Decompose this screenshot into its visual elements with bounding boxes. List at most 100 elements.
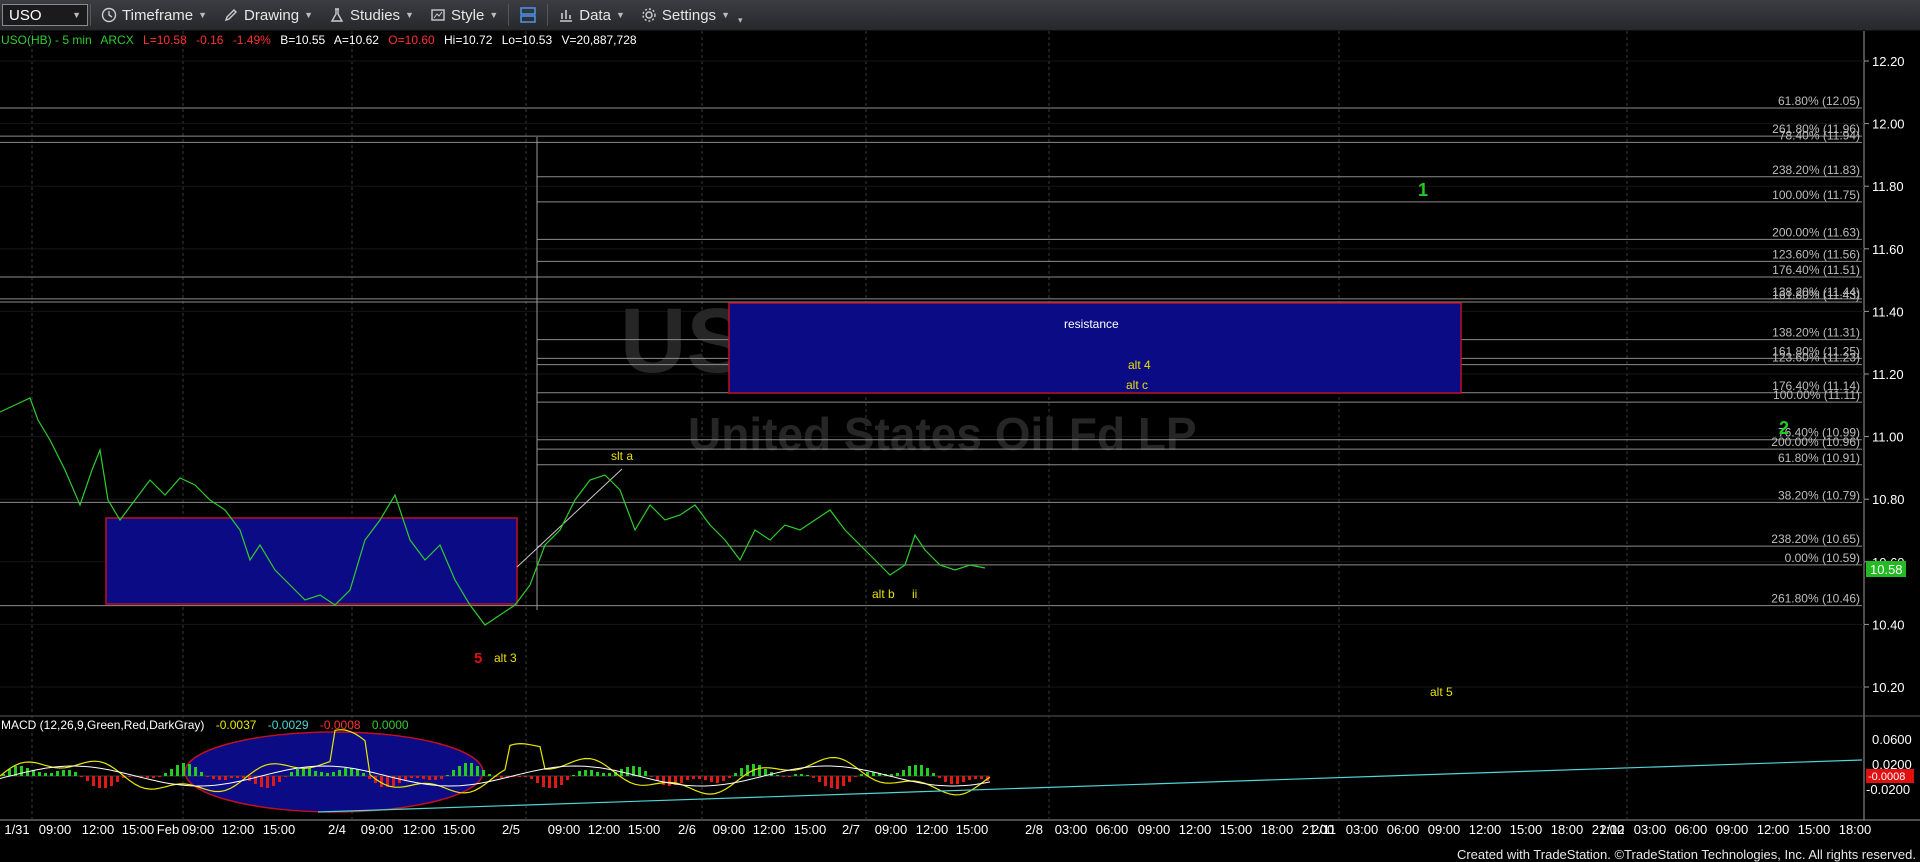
support-zone[interactable] [105, 517, 518, 605]
macd-histogram-bar [932, 773, 935, 776]
macd-histogram-bar [584, 770, 587, 776]
macd-histogram-bar [962, 776, 965, 782]
macd-histogram-bar [56, 771, 59, 776]
high-price: Hi=10.72 [444, 33, 493, 47]
price-tick-label: 12.20 [1872, 54, 1905, 69]
macd-histogram-bar [524, 776, 527, 777]
macd-histogram-bar [182, 763, 185, 776]
macd-histogram-bar [440, 776, 443, 779]
macd-histogram-bar [800, 774, 803, 776]
macd-histogram-bar [926, 768, 929, 776]
macd-histogram-bar [794, 774, 797, 776]
macd-histogram-bar [260, 776, 263, 787]
price-tick-label: 11.80 [1872, 179, 1904, 194]
macd-histogram-bar [608, 773, 611, 776]
macd-histogram-bar [224, 776, 227, 780]
price-tick-label: 10.20 [1872, 680, 1905, 695]
time-tick-label: 12:00 [222, 822, 255, 837]
macd-line [0, 729, 991, 796]
macd-histogram-bar [566, 776, 569, 780]
macd-histogram-bar [560, 776, 563, 785]
time-tick-label: 03:00 [1346, 822, 1379, 837]
macd-histogram-bar [896, 773, 899, 776]
time-tick-label: 15:00 [1220, 822, 1253, 837]
macd-histogram-bar [458, 766, 461, 776]
macd-histogram-bar [146, 776, 149, 778]
macd-histogram-bar [944, 776, 947, 782]
toolbar-divider [508, 4, 510, 26]
macd-histogram-bar [200, 772, 203, 776]
macd-tick-1: 0.0600 [1872, 732, 1912, 747]
macd-histogram-bar [740, 768, 743, 776]
chevron-down-icon: ▼ [405, 10, 414, 20]
time-axis: 1/31 09:00 12:00 15:00 Feb 09:00 12:00 15:00 2/4… [4, 822, 1871, 837]
macd-histogram-bar [68, 770, 71, 776]
studies-menu[interactable]: Studies ▼ [321, 0, 422, 30]
macd-histogram-bar [230, 776, 233, 778]
drawing-menu[interactable]: Drawing ▼ [215, 0, 321, 30]
macd-histogram-bar [734, 773, 737, 776]
macd-histogram-bar [836, 776, 839, 789]
macd-histogram-bar [86, 776, 89, 781]
macd-histogram-bar [152, 776, 155, 778]
price-chart[interactable]: USO United States Oil Fd LP 61.80% (12.0… [0, 31, 1920, 862]
macd-histogram-bar [668, 776, 671, 786]
macd-histogram-bar [332, 772, 335, 776]
fib-level-label: 176.40% (11.51) [1772, 263, 1860, 277]
toolbar-divider [90, 4, 91, 26]
annotation-alt-5: alt 5 [1430, 685, 1453, 699]
macd-histogram-bar [74, 772, 77, 776]
macd-histogram-bar [650, 776, 653, 777]
macd-histogram-bar [860, 774, 863, 776]
macd-histogram-bar [434, 776, 437, 780]
macd-histogram-bar [410, 776, 413, 778]
time-tick-label: 09:00 [182, 822, 215, 837]
macd-histogram-bar [542, 776, 545, 787]
macd-histogram-bar [728, 776, 731, 778]
net-change: -0.16 [196, 33, 224, 47]
trend-line-diagonal[interactable] [516, 468, 623, 568]
time-tick-label: 2/4 [328, 822, 346, 837]
toolbar-divider [547, 4, 549, 26]
macd-histogram-bar [716, 776, 719, 783]
time-tick-label: 15:00 [443, 822, 476, 837]
macd-histogram-bar [110, 776, 113, 786]
macd-histogram-bar [272, 776, 275, 786]
macd-value: -0.0037 [216, 718, 257, 732]
macd-histogram-bar [902, 770, 905, 776]
macd-histogram-bar [572, 775, 575, 776]
fib-level-label: 61.80% (10.91) [1778, 451, 1860, 465]
macd-histogram-bar [20, 766, 23, 776]
chevron-down-icon: ▼ [489, 10, 499, 20]
macd-histogram-bar [158, 776, 161, 777]
macd-histogram-bar [128, 776, 131, 777]
macd-histogram-bar [854, 776, 857, 777]
symbol-select[interactable]: USO ▼ [2, 4, 88, 26]
timeframe-menu[interactable]: Timeframe ▼ [93, 0, 215, 30]
macd-histogram-bar [914, 765, 917, 776]
macd-histogram-bar [44, 773, 47, 776]
data-menu[interactable]: Data ▼ [550, 0, 633, 30]
macd-histogram-bar [326, 773, 329, 776]
macd-histogram-bar [518, 776, 521, 777]
exchange: ARCX [100, 33, 133, 47]
time-tick-label: 15:00 [263, 822, 296, 837]
macd-histogram-bar [98, 776, 101, 788]
time-tick-label: 09:00 [39, 822, 72, 837]
time-tick-label: 2/8 [1025, 822, 1043, 837]
panels-icon [520, 7, 537, 23]
time-tick-label: 12:00 [588, 822, 621, 837]
fib-level-label: 100.00% (11.75) [1772, 188, 1860, 202]
style-menu[interactable]: Style ▼ [422, 0, 506, 30]
macd-histogram-bar [338, 770, 341, 776]
layout-button[interactable] [511, 0, 545, 30]
macd-histogram-bar [500, 776, 503, 778]
open-price: O=10.60 [388, 33, 435, 47]
overflow-chevron-icon[interactable]: ▾ [738, 15, 743, 26]
macd-histogram-bar [176, 765, 179, 776]
settings-menu[interactable]: Settings ▼ [633, 0, 738, 30]
macd-histogram-bar [356, 769, 359, 776]
last-price: L=10.58 [143, 33, 187, 47]
macd-histogram-bar [680, 776, 683, 783]
time-tick-label: 12:00 [1757, 822, 1790, 837]
